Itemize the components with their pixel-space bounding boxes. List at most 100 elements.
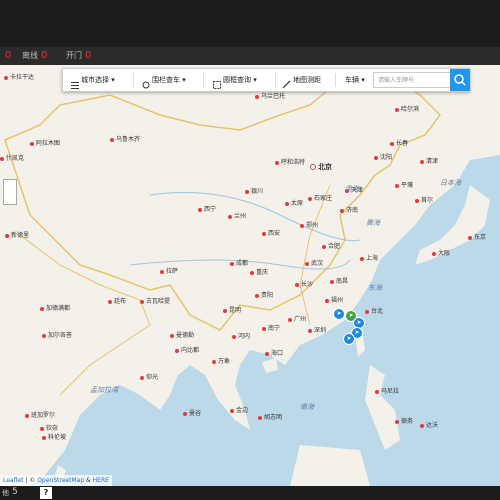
city-label-text: 曼德勒 [176,332,195,339]
city-label: 廷布 [108,296,126,305]
city-label-text: 合肥 [328,243,341,250]
status-item: 0 [5,50,12,61]
city-dot-icon [308,196,312,201]
fence-search-dropdown[interactable]: 围栏查车 ▾ [138,69,186,91]
city-dot-icon [232,334,236,339]
city-label-text: 贵阳 [261,292,274,299]
city-label-text: 乌鲁木齐 [116,136,141,143]
vehicle-marker[interactable]: ➤ [343,333,355,345]
city-label-text: 北京 [318,163,332,171]
city-label: 石家庄 [308,193,332,202]
ruler-icon [282,76,291,89]
city-label-text: 呼和浩特 [281,159,306,166]
city-label: 首尔 [415,195,433,204]
footer-bar: 他 5 [0,486,500,500]
city-dot-icon [308,328,312,333]
city-label-text: 东京 [474,234,487,241]
city-label: 清津 [420,156,438,165]
sea-label: 东海 [368,283,382,293]
city-label: 合肥 [322,241,340,250]
city-dot-icon [250,270,254,275]
vehicle-marker[interactable]: ➤ [333,308,345,320]
city-label-text: 南昌 [336,278,349,285]
city-select-dropdown[interactable]: 城市选择 ▾ [67,69,115,91]
caret-down-icon: ▾ [182,76,186,84]
city-label: 武汉 [305,258,323,267]
city-label: 宿务 [395,416,413,425]
city-dot-icon [160,269,164,274]
city-label-text: 金边 [236,407,249,414]
fence-icon [142,76,150,89]
city-label-text: 加尔各答 [48,332,73,339]
city-label: 班加罗尔 [25,410,55,419]
city-dot-icon [295,282,299,287]
help-button[interactable]: ? [40,487,52,499]
city-label-text: 郑州 [306,222,319,229]
osm-link[interactable]: OpenStreetMap [37,477,84,484]
city-label-text: 成都 [236,260,249,267]
city-dot-icon [390,141,394,146]
city-label: 贵阳 [255,290,273,299]
city-dot-icon [40,306,44,311]
city-label: 内比都 [175,345,199,354]
city-label: 金边 [230,405,248,414]
measure-button[interactable]: 地图测距 [279,69,321,91]
city-label: 万象 [212,356,230,365]
city-dot-icon [395,419,399,424]
city-label-text: 上海 [366,255,379,262]
city-label: 西安 [262,228,280,237]
city-label-text: 西安 [268,230,281,237]
city-dot-icon [42,435,46,440]
city-label-text: 首尔 [421,197,434,204]
city-dot-icon [360,256,364,261]
city-label: 平壤 [395,180,413,189]
city-label-text: 古瓦哈提 [146,298,171,305]
sea-label: 南海 [300,402,314,412]
city-label-text: 昆明 [229,307,242,314]
city-dot-icon [374,155,378,160]
city-label: 仰光 [140,372,158,381]
city-label-text: 乌兰巴托 [261,93,286,100]
city-dot-icon [310,164,316,170]
status-item-offline: 离线 0 [22,50,48,61]
vehicle-type-dropdown[interactable]: 车辆 ▾ [341,69,365,91]
city-dot-icon [325,298,329,303]
city-label: 郑州 [300,220,318,229]
city-dot-icon [265,351,269,356]
city-label-text: 广州 [294,316,307,323]
city-label-text: 济南 [346,207,359,214]
city-label: 西宁 [198,204,216,213]
city-label: 呼和浩特 [275,157,305,166]
city-label: 乌鲁木齐 [110,134,140,143]
sea-label: 渤海 [345,184,359,194]
city-label: 成都 [230,258,248,267]
city-dot-icon [230,261,234,266]
leaflet-link[interactable]: Leaflet [3,477,23,484]
box-search-dropdown[interactable]: 圆框查询 ▾ [209,69,257,91]
city-dot-icon [300,223,304,228]
city-label: 曼谷 [183,408,201,417]
zoom-control[interactable] [3,179,17,205]
city-dot-icon [175,348,179,353]
city-label: 东京 [468,232,486,241]
here-link[interactable]: HERE [93,477,109,484]
city-dot-icon [330,279,334,284]
caret-down-icon: ▾ [111,76,115,84]
city-label: 达沃 [420,420,438,429]
city-label-text: 南宁 [268,325,281,332]
city-label: 哈尔滨 [395,104,419,113]
city-label-text: 重庆 [256,269,269,276]
search-button[interactable] [450,69,470,91]
city-dot-icon [262,231,266,236]
city-label: 什凯克 [0,153,24,162]
map-view[interactable]: 卡拉干达 乌兰巴托 哈尔滨 乌鲁木齐 长春 阿拉木图 什凯克 北京 沈阳 呼和浩特 清津 银川 太原 石家… [0,65,500,486]
city-dot-icon [468,235,472,240]
map-toolbar: 城市选择 ▾ 围栏查车 ▾ 圆框查询 ▾ 地图测距 车辆 ▾ 请输入车牌号 [62,68,470,92]
city-dot-icon [322,244,326,249]
plate-search-input[interactable]: 请输入车牌号 [373,72,451,88]
city-label: 长沙 [295,279,313,288]
city-dot-icon [170,333,174,338]
city-label-text: 钦奈 [46,425,59,432]
city-dot-icon [42,333,46,338]
city-label: 胡志明 [258,412,282,421]
